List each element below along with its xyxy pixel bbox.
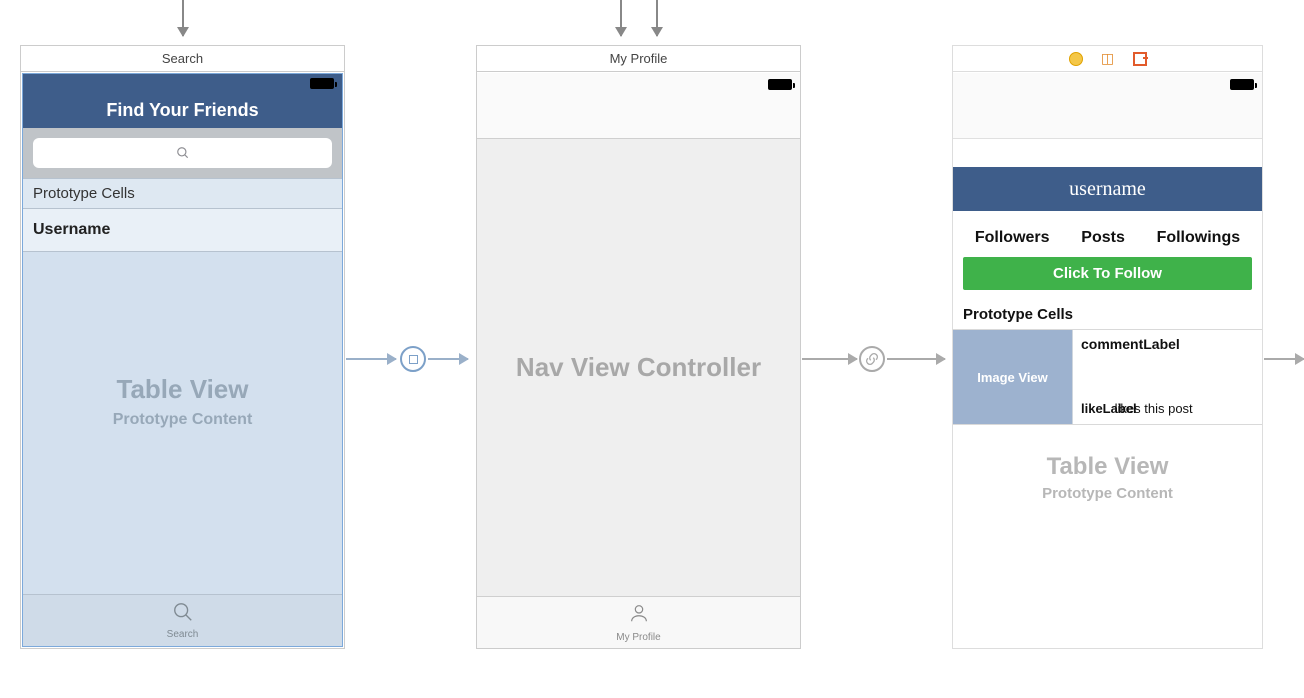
image-view: Image View <box>953 330 1073 424</box>
segue-arrow-1-2b <box>428 358 468 360</box>
segue-arrow-in-scene1 <box>182 0 184 36</box>
search-tab-icon <box>172 601 194 627</box>
segue-arrow-in-scene2-b <box>656 0 658 36</box>
likes-suffix: likes this post <box>1115 401 1193 416</box>
tab-bar[interactable]: My Profile <box>477 596 800 648</box>
tableview-title: Table View <box>953 453 1262 481</box>
scene-profile-detail[interactable]: ◫ username Followers Posts Followings Cl… <box>952 45 1263 649</box>
followers-label[interactable]: Followers <box>975 229 1050 247</box>
profile-username: username <box>1069 178 1146 201</box>
scene-search[interactable]: Search Find Your Friends Prototype Cells… <box>20 45 345 649</box>
scene-title-icons: ◫ <box>953 46 1262 72</box>
search-icon <box>176 146 190 160</box>
comment-label: commentLabel <box>1081 336 1254 352</box>
tableview-title: Table View <box>23 374 342 405</box>
prototype-cells-header: Prototype Cells <box>23 178 342 209</box>
segue-badge-show[interactable] <box>859 346 885 372</box>
image-view-label: Image View <box>977 370 1048 385</box>
profile-header: username <box>953 167 1262 211</box>
segue-arrow-1-2 <box>346 358 396 360</box>
coin-icon <box>1069 52 1083 66</box>
battery-icon <box>310 78 334 89</box>
prototype-cells-header: Prototype Cells <box>953 302 1262 329</box>
followings-label[interactable]: Followings <box>1157 229 1241 247</box>
scene-my-profile[interactable]: My Profile Nav View Controller My Profil… <box>476 45 801 649</box>
nav-bar <box>953 73 1262 139</box>
segue-badge-present[interactable] <box>400 346 426 372</box>
nav-title: Find Your Friends <box>106 100 258 121</box>
scene-title: My Profile <box>477 46 800 72</box>
post-cell[interactable]: Image View commentLabel likeLabel likes … <box>953 329 1262 425</box>
search-input[interactable] <box>33 138 332 168</box>
segue-arrow-2-3 <box>802 358 857 360</box>
username-label: Username <box>33 221 110 238</box>
status-bar <box>23 74 342 96</box>
exit-icon <box>1133 52 1147 66</box>
nav-placeholder-text: Nav View Controller <box>516 352 761 383</box>
battery-icon <box>768 79 792 90</box>
tableview-subtitle: Prototype Content <box>953 485 1262 502</box>
link-icon <box>864 351 880 367</box>
nav-placeholder: Nav View Controller <box>477 139 800 596</box>
follow-button-label: Click To Follow <box>1053 265 1162 282</box>
username-cell[interactable]: Username <box>23 209 342 252</box>
tab-bar[interactable]: Search <box>23 594 342 646</box>
tableview-placeholder: Table View Prototype Content <box>23 374 342 429</box>
segue-arrow-2-3b <box>887 358 945 360</box>
tableview-placeholder: Table View Prototype Content <box>953 453 1262 502</box>
follow-button[interactable]: Click To Follow <box>963 257 1252 290</box>
search-bar-container <box>23 128 342 178</box>
posts-label[interactable]: Posts <box>1081 229 1125 247</box>
likes-row: likeLabel likes this post <box>1081 401 1193 416</box>
segue-arrow-in-scene2-a <box>620 0 622 36</box>
segue-arrow-out-3 <box>1264 358 1304 360</box>
profile-tab-label: My Profile <box>616 632 660 643</box>
profile-tab-icon <box>628 602 650 630</box>
battery-icon <box>1230 79 1254 90</box>
scene-title: Search <box>21 46 344 72</box>
present-icon <box>409 355 418 364</box>
tableview-subtitle: Prototype Content <box>23 411 342 429</box>
search-tab-label: Search <box>167 629 199 640</box>
cube-icon: ◫ <box>1101 52 1115 66</box>
stats-row: Followers Posts Followings <box>953 211 1262 257</box>
nav-bar <box>477 73 800 139</box>
